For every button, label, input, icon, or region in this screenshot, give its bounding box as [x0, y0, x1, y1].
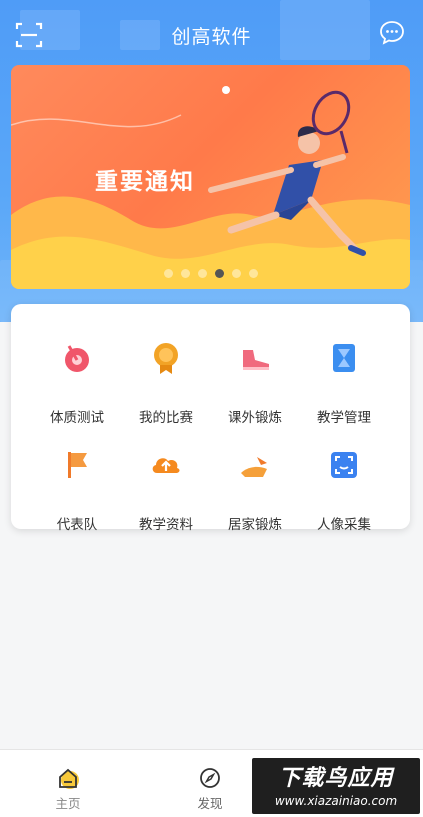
- grid-item-my-competition[interactable]: 我的比赛: [121, 318, 211, 426]
- grid-item-teaching-management[interactable]: 教学管理: [299, 318, 389, 426]
- carousel-dot[interactable]: [248, 269, 258, 278]
- hourglass-icon: [326, 340, 362, 376]
- nav-item-home[interactable]: 主页: [28, 750, 108, 817]
- grid-item-fitness-test[interactable]: 体质测试: [32, 318, 122, 426]
- carousel-dot[interactable]: [231, 269, 241, 278]
- carousel-dot-active[interactable]: [214, 269, 224, 278]
- grid-item-extracurricular-exercise[interactable]: 课外锻炼: [210, 318, 300, 426]
- nav-item-discover[interactable]: 发现: [170, 750, 250, 817]
- notice-banner[interactable]: 重要通知: [11, 65, 410, 289]
- banner-illustration: [11, 86, 410, 289]
- top-bar: 创高软件: [0, 14, 423, 54]
- watermark-main: 下载鸟应用: [278, 766, 394, 791]
- feature-grid: 体质测试 我的比赛 课外锻炼 教学管理 代表队 教学资料 居家锻炼 人像采集: [11, 304, 410, 533]
- grid-item-portrait-capture[interactable]: 人像采集: [299, 425, 389, 533]
- grid-item-home-exercise[interactable]: 居家锻炼: [210, 425, 300, 533]
- fitness-test-icon: [59, 340, 95, 376]
- sneaker-icon: [237, 340, 273, 376]
- banner-title: 重要通知: [95, 169, 195, 195]
- flag-icon: [59, 447, 95, 483]
- watermark: 下载鸟应用 www.xiazainiao.com: [252, 758, 420, 814]
- watermark-sub: www.xiazainiao.com: [274, 794, 398, 808]
- grid-item-teaching-materials[interactable]: 教学资料: [121, 425, 211, 533]
- cloud-upload-icon: [148, 447, 184, 483]
- carousel-dot[interactable]: [197, 269, 207, 278]
- carousel-dot[interactable]: [163, 269, 173, 278]
- grid-item-team[interactable]: 代表队: [32, 425, 122, 533]
- home-exercise-icon: [237, 447, 273, 483]
- home-icon: [56, 766, 80, 790]
- face-scan-icon: [326, 447, 362, 483]
- chat-bubble-icon[interactable]: [379, 20, 405, 46]
- medal-icon: [148, 340, 184, 376]
- carousel-dots: [11, 269, 410, 278]
- app-title: 创高软件: [171, 26, 252, 48]
- carousel-dot[interactable]: [180, 269, 190, 278]
- compass-icon: [198, 766, 222, 790]
